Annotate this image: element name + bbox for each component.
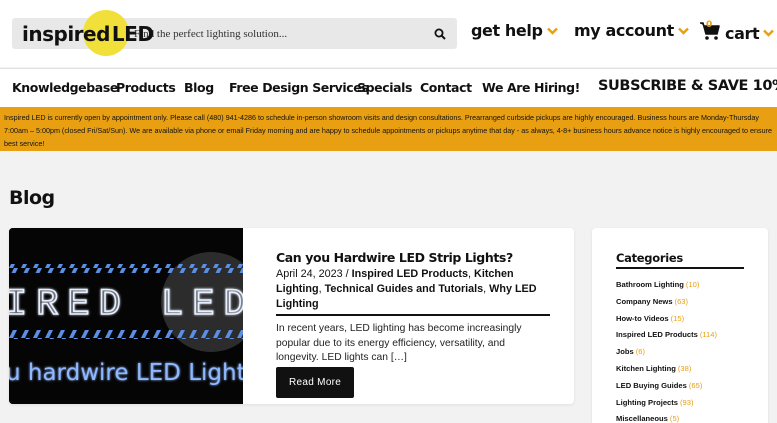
- category-count: (93): [680, 397, 694, 407]
- post-title[interactable]: Can you Hardwire LED Strip Lights?: [276, 250, 550, 265]
- category-count: (65): [688, 380, 703, 390]
- nav-free-design-services[interactable]: Free Design Services: [229, 80, 369, 95]
- nav-specials[interactable]: Specials: [357, 80, 412, 95]
- get-help-menu[interactable]: get help: [471, 21, 558, 40]
- category-list: Bathroom Lighting (10) Company News (63) H…: [616, 277, 717, 423]
- blog-post-card: IRED LED u hardwire LED Light S Can you …: [9, 228, 574, 404]
- category-name: Bathroom Lighting: [616, 280, 684, 289]
- image-text-bottom: u hardwire LED Light S: [9, 360, 243, 386]
- category-name: LED Buying Guides: [616, 380, 687, 390]
- category-item[interactable]: Lighting Projects (93): [616, 395, 717, 412]
- cart-icon: 0: [699, 20, 721, 45]
- main-nav: Knowledgebase Products Blog Free Design …: [0, 68, 777, 107]
- category-name: Company News: [616, 296, 673, 306]
- category-item[interactable]: How-to Videos (15): [616, 311, 717, 328]
- chevron-down-icon: [763, 29, 775, 37]
- logo-led: LED: [111, 22, 154, 46]
- category-item[interactable]: Company News (63): [616, 294, 717, 311]
- chevron-down-icon: [546, 27, 558, 35]
- logo-word: inspired: [22, 22, 110, 46]
- post-body: Can you Hardwire LED Strip Lights? April…: [276, 250, 550, 398]
- category-item[interactable]: Inspired LED Products (114): [616, 327, 717, 344]
- nav-products[interactable]: Products: [116, 80, 176, 95]
- category-item[interactable]: Jobs (6): [616, 344, 717, 361]
- categories-sidebar: Categories Bathroom Lighting (10) Company…: [592, 228, 768, 423]
- nav-contact[interactable]: Contact: [420, 80, 472, 95]
- category-count: (6): [635, 347, 646, 357]
- category-count: (114): [699, 330, 718, 340]
- cart-count: 0: [706, 20, 712, 30]
- category-name: Inspired LED Products: [616, 330, 698, 340]
- chevron-down-icon: [678, 27, 689, 35]
- category-name: How-to Videos: [616, 313, 669, 323]
- search-button[interactable]: [429, 23, 451, 45]
- nav-we-are-hiring[interactable]: We Are Hiring!: [482, 80, 580, 95]
- notice-text: Inspired LED is currently open by appoin…: [4, 113, 772, 148]
- notice-banner: Inspired LED is currently open by appoin…: [0, 107, 777, 151]
- post-meta: April 24, 2023 / Inspired LED Products, …: [276, 267, 550, 316]
- search-icon: [434, 28, 446, 40]
- category-name: Lighting Projects: [616, 397, 679, 407]
- page-title: Blog: [9, 187, 55, 209]
- meta-separator: /: [342, 268, 352, 280]
- category-count: (15): [670, 313, 685, 323]
- site-header: inspired LED get help my account 0 cart: [0, 0, 777, 67]
- post-category-link[interactable]: Technical Guides and Tutorials: [325, 283, 484, 295]
- category-count: (38): [677, 363, 692, 373]
- cart-label: cart: [725, 23, 760, 43]
- category-name: Miscellaneous: [616, 414, 668, 423]
- category-count: (5): [669, 414, 680, 423]
- category-name: Jobs: [616, 347, 634, 357]
- category-count: (10): [685, 280, 700, 289]
- post-featured-image[interactable]: IRED LED u hardwire LED Light S: [9, 228, 243, 404]
- image-text-top: IRED LED: [9, 284, 243, 326]
- cart-link[interactable]: 0 cart: [699, 20, 775, 45]
- post-category-link[interactable]: Inspired LED Products: [352, 268, 468, 280]
- nav-knowledgebase[interactable]: Knowledgebase: [12, 80, 118, 95]
- nav-blog[interactable]: Blog: [184, 80, 214, 95]
- category-name: Kitchen Lighting: [616, 363, 676, 373]
- my-account-label: my account: [574, 21, 674, 40]
- category-item[interactable]: Kitchen Lighting (38): [616, 361, 717, 378]
- sidebar-title: Categories: [616, 251, 744, 269]
- get-help-label: get help: [471, 21, 543, 40]
- post-excerpt: In recent years, LED lighting has become…: [276, 323, 522, 363]
- site-logo[interactable]: inspired LED: [12, 10, 154, 58]
- post-date: April 24, 2023: [276, 268, 343, 280]
- category-item[interactable]: Bathroom Lighting (10): [616, 277, 717, 294]
- subscribe-link[interactable]: SUBSCRIBE & SAVE 10%: [598, 78, 777, 94]
- category-item[interactable]: Miscellaneous (5): [616, 411, 717, 423]
- category-count: (63): [674, 296, 689, 306]
- category-item[interactable]: LED Buying Guides (65): [616, 378, 717, 395]
- subscribe-label: SUBSCRIBE & SAVE 10%: [598, 78, 777, 94]
- read-more-button[interactable]: Read More: [276, 366, 355, 398]
- my-account-menu[interactable]: my account: [574, 21, 689, 40]
- search-input[interactable]: [134, 18, 424, 49]
